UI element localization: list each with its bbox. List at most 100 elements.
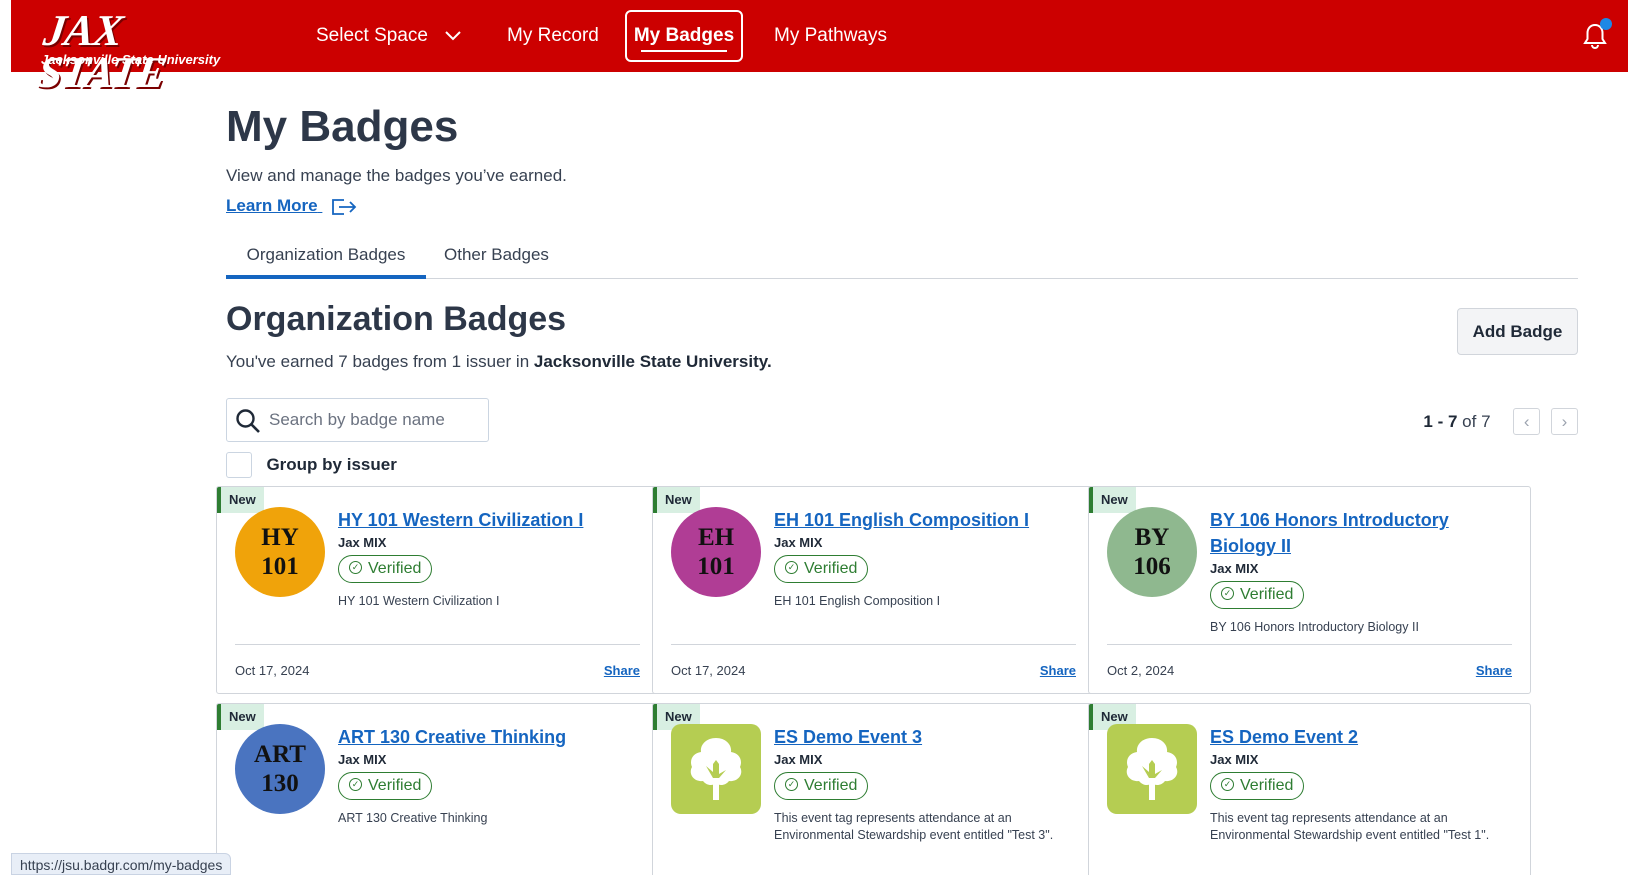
badge-image[interactable] [1107, 724, 1197, 814]
badge-code: ART [254, 741, 306, 768]
chevron-left-icon[interactable]: ‹ [1513, 408, 1541, 435]
pagination-range: 1 - 7 [1423, 411, 1458, 431]
verified-label: Verified [1240, 777, 1294, 794]
badge-number: 101 [697, 553, 735, 580]
external-link-icon [332, 198, 357, 215]
badge-description: BY 106 Honors Introductory Biology II [1210, 620, 1419, 634]
badge-image[interactable]: EH 101 [671, 507, 761, 597]
badge-card[interactable]: New ES Demo Event 2 Jax MIX ✓ Verified Th… [1088, 703, 1531, 875]
tree-icon [690, 738, 742, 800]
badge-issuer: Jax MIX [774, 535, 823, 550]
search-box[interactable] [226, 398, 489, 442]
add-badge-button[interactable]: Add Badge [1457, 308, 1578, 355]
verified-badge[interactable]: ✓ Verified [1210, 772, 1305, 800]
chevron-right-icon[interactable]: › [1551, 408, 1578, 435]
verified-label: Verified [1240, 586, 1294, 603]
nav-my-badges[interactable]: My Badges [625, 10, 743, 62]
badge-info: ES Demo Event 3 Jax MIX ✓ Verified This e… [774, 724, 1078, 844]
verified-badge[interactable]: ✓ Verified [338, 555, 433, 583]
badge-title-link[interactable]: ES Demo Event 2 [1210, 724, 1514, 750]
tree-badge [1107, 724, 1197, 814]
verified-check-icon: ✓ [349, 561, 362, 575]
status-bar-url: https://jsu.badgr.com/my-badges [11, 853, 232, 875]
badge-image[interactable]: BY 106 [1107, 507, 1197, 597]
tab-other-badges[interactable]: Other Badges [444, 237, 549, 279]
badge-card[interactable]: New ES Demo Event 3 Jax MIX ✓ Verified Th… [652, 703, 1095, 875]
page-title: My Badges [226, 102, 459, 151]
search-input[interactable] [269, 407, 479, 433]
verified-label: Verified [368, 560, 422, 577]
card-divider [235, 644, 640, 645]
group-by-issuer-checkbox[interactable] [226, 452, 252, 478]
verified-label: Verified [804, 560, 858, 577]
verified-badge[interactable]: ✓ Verified [338, 772, 433, 800]
nav-my-record[interactable]: My Record [507, 18, 599, 54]
nav-my-pathways[interactable]: My Pathways [774, 18, 887, 54]
verified-badge[interactable]: ✓ Verified [774, 772, 869, 800]
jax-state-logo[interactable]: JAX STATE Jacksonville State University [35, 6, 241, 97]
badge-description: HY 101 Western Civilization I [338, 594, 500, 608]
badge-circle: HY 101 [235, 507, 325, 597]
badge-issuer: Jax MIX [1210, 561, 1259, 576]
learn-more-link[interactable]: Learn More [226, 196, 358, 217]
badge-info: ES Demo Event 2 Jax MIX ✓ Verified This e… [1210, 724, 1514, 844]
share-link[interactable]: Share [1476, 663, 1512, 678]
badge-issuer: Jax MIX [338, 752, 387, 767]
verified-check-icon: ✓ [1221, 778, 1234, 792]
badge-image[interactable] [671, 724, 761, 814]
badge-circle: EH 101 [671, 507, 761, 597]
badge-date: Oct 2, 2024 [1107, 663, 1175, 678]
badge-image[interactable]: ART 130 [235, 724, 325, 814]
badge-description: This event tag represents attendance at … [774, 811, 1054, 842]
badge-description: ART 130 Creative Thinking [338, 811, 488, 825]
badge-card[interactable]: New HY 101 HY 101 Western Civilization I… [216, 486, 659, 694]
search-icon [236, 409, 260, 433]
badge-title-link[interactable]: ES Demo Event 3 [774, 724, 1078, 750]
badge-card[interactable]: New ART 130 ART 130 Creative Thinking Ja… [216, 703, 659, 875]
page-description: View and manage the badges you’ve earned… [226, 166, 567, 185]
tree-icon [1126, 738, 1178, 800]
badge-info: EH 101 English Composition I Jax MIX ✓ Ve… [774, 507, 1078, 610]
notification-dot [1600, 18, 1612, 30]
select-space-label: Select Space [316, 25, 428, 47]
logo-subtitle: Jacksonville State University [41, 52, 221, 67]
badge-description: EH 101 English Composition I [774, 594, 941, 608]
earned-summary-text: You've earned 7 badges from 1 issuer in [226, 352, 534, 371]
share-link[interactable]: Share [1040, 663, 1076, 678]
badge-title-link[interactable]: ART 130 Creative Thinking [338, 724, 642, 750]
badge-number: 101 [261, 553, 299, 580]
badge-image[interactable]: HY 101 [235, 507, 325, 597]
badge-issuer: Jax MIX [1210, 752, 1259, 767]
section-title: Organization Badges [226, 300, 567, 338]
badge-card[interactable]: New BY 106 BY 106 Honors Introductory Bi… [1088, 486, 1531, 694]
badge-code: EH [697, 524, 735, 551]
badge-number: 106 [1133, 553, 1171, 580]
badge-card[interactable]: New EH 101 EH 101 English Composition I … [652, 486, 1095, 694]
badge-circle: BY 106 [1107, 507, 1197, 597]
group-by-issuer: Group by issuer [226, 452, 397, 480]
active-nav-underline [641, 50, 727, 52]
badge-title-link[interactable]: EH 101 English Composition I [774, 507, 1078, 533]
verified-check-icon: ✓ [785, 778, 798, 792]
notifications-button[interactable] [1582, 18, 1612, 50]
verified-badge[interactable]: ✓ Verified [774, 555, 869, 583]
select-space-dropdown[interactable]: Select Space [316, 18, 461, 54]
badge-circle: ART 130 [235, 724, 325, 814]
badge-info: ART 130 Creative Thinking Jax MIX ✓ Verif… [338, 724, 642, 827]
group-by-issuer-label: Group by issuer [266, 455, 397, 474]
badge-date: Oct 17, 2024 [235, 663, 310, 678]
verified-check-icon: ✓ [1221, 587, 1234, 601]
card-divider [671, 644, 1076, 645]
tab-organization-badges[interactable]: Organization Badges [226, 237, 426, 279]
pagination-total: of 7 [1462, 411, 1491, 431]
verified-check-icon: ✓ [785, 561, 798, 575]
badge-title-link[interactable]: BY 106 Honors Introductory Biology II [1210, 507, 1514, 559]
badge-title-link[interactable]: HY 101 Western Civilization I [338, 507, 642, 533]
badge-description: This event tag represents attendance at … [1210, 811, 1490, 842]
earned-summary-org: Jacksonville State University. [533, 352, 772, 371]
verified-badge[interactable]: ✓ Verified [1210, 581, 1305, 609]
earned-summary: You've earned 7 badges from 1 issuer in … [226, 352, 772, 372]
card-divider [1107, 644, 1512, 645]
pagination: 1 - 7 of 7 ‹ › [1423, 408, 1578, 436]
share-link[interactable]: Share [604, 663, 640, 678]
